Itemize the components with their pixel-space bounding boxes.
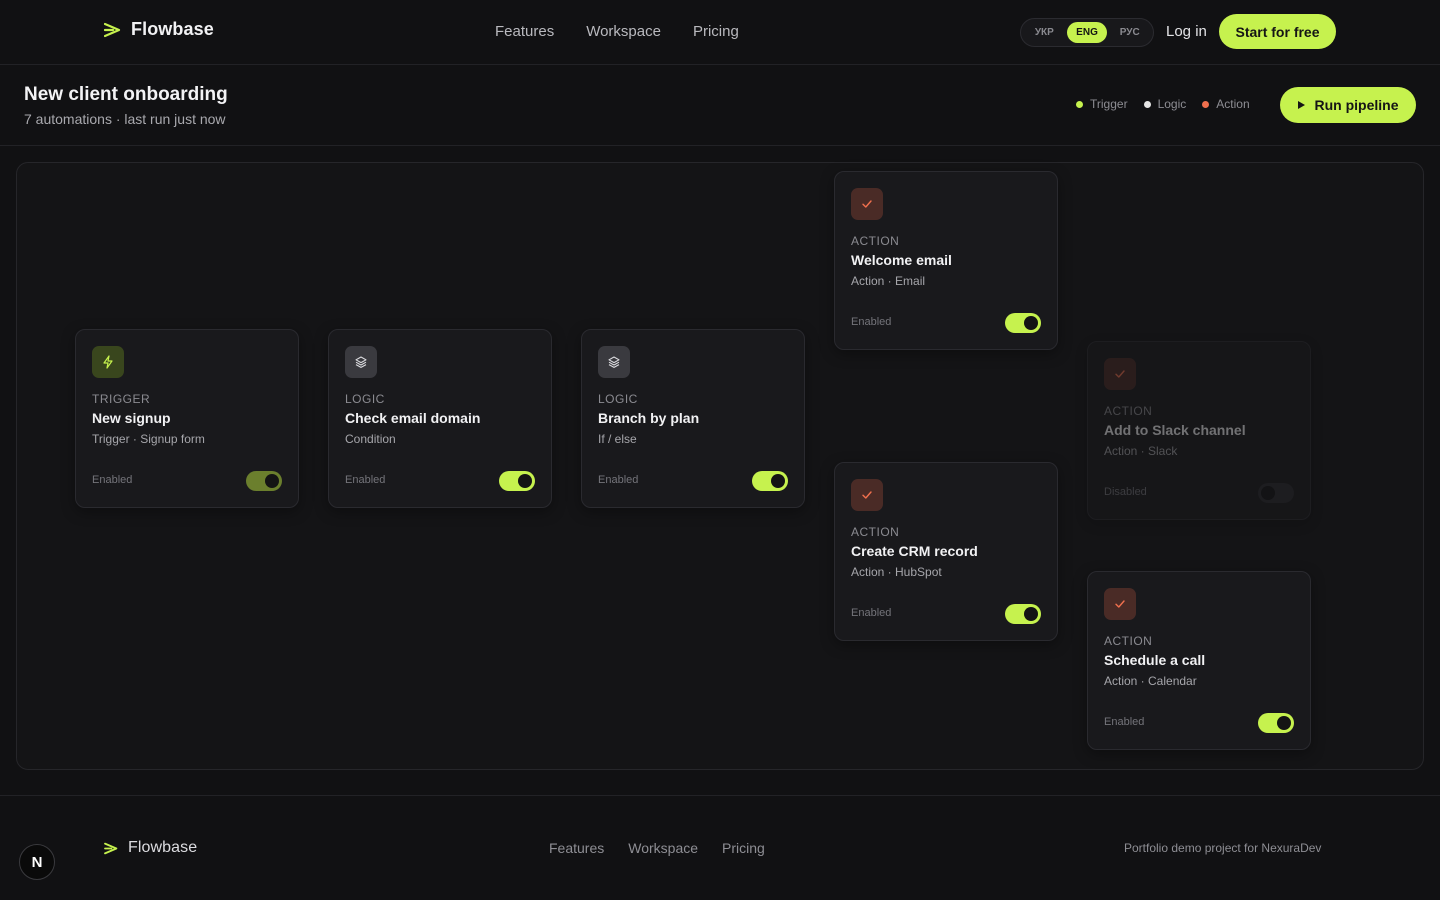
node-title: New signup xyxy=(92,410,171,426)
check-icon xyxy=(851,479,883,511)
login-link[interactable]: Log in xyxy=(1166,23,1207,40)
node-add-to-slack-channel[interactable]: ACTION Add to Slack channel Action · Sla… xyxy=(1087,341,1311,520)
node-type: ACTION xyxy=(851,234,900,248)
node-status: Enabled xyxy=(1104,716,1145,728)
node-enable-toggle[interactable] xyxy=(1005,313,1041,333)
logic-dot-icon xyxy=(1143,100,1151,108)
node-create-crm-record[interactable]: ACTION Create CRM record Action · HubSpo… xyxy=(834,462,1058,641)
node-title: Welcome email xyxy=(851,252,952,268)
node-enable-toggle[interactable] xyxy=(499,471,535,491)
footer-brand[interactable]: Flowbase xyxy=(104,839,197,857)
node-type: LOGIC xyxy=(598,392,638,406)
node-type: TRIGGER xyxy=(92,392,151,406)
bolt-icon xyxy=(92,346,124,378)
node-enable-toggle[interactable] xyxy=(1258,713,1294,733)
footer-nav: Features Workspace Pricing xyxy=(549,840,765,856)
node-type: ACTION xyxy=(1104,634,1153,648)
pipeline-canvas[interactable]: TRIGGER New signup Trigger · Signup form… xyxy=(16,162,1424,770)
node-status: Enabled xyxy=(92,474,133,486)
footer: Flowbase Features Workspace Pricing Port… xyxy=(0,795,1440,900)
brand-logo[interactable]: Flowbase xyxy=(104,19,214,40)
check-icon xyxy=(851,188,883,220)
node-title: Check email domain xyxy=(345,410,481,426)
footer-brand-name: Flowbase xyxy=(128,839,198,856)
node-subtitle: Action · Email xyxy=(851,274,926,288)
language-switcher: УКР ENG РУС xyxy=(1020,18,1154,47)
node-enable-toggle[interactable] xyxy=(752,471,788,491)
check-icon xyxy=(1104,358,1136,390)
node-title: Create CRM record xyxy=(851,543,978,559)
lang-option-ukr[interactable]: УКР xyxy=(1024,22,1065,43)
nextjs-badge[interactable]: N xyxy=(19,844,55,880)
page-title: New client onboarding xyxy=(24,84,228,105)
footer-link-workspace[interactable]: Workspace xyxy=(628,840,698,856)
check-icon xyxy=(1104,588,1136,620)
node-subtitle: Action · Calendar xyxy=(1104,674,1197,688)
start-free-button[interactable]: Start for free xyxy=(1219,14,1336,49)
toggle-knob xyxy=(1277,716,1291,730)
node-subtitle: If / else xyxy=(598,432,637,446)
node-status: Enabled xyxy=(851,316,892,328)
legend-item-logic: Logic xyxy=(1143,97,1187,111)
node-schedule-a-call[interactable]: ACTION Schedule a call Action · Calendar… xyxy=(1087,571,1311,750)
toggle-knob xyxy=(265,474,279,488)
node-title: Branch by plan xyxy=(598,410,700,426)
flowbase-logo-icon xyxy=(104,22,121,37)
node-status: Enabled xyxy=(345,474,386,486)
toggle-knob xyxy=(518,474,532,488)
trigger-dot-icon xyxy=(1076,100,1083,108)
action-dot-icon xyxy=(1202,100,1210,108)
toggle-knob xyxy=(1024,316,1038,330)
legend-label: Action xyxy=(1216,97,1250,111)
node-enable-toggle[interactable] xyxy=(246,471,282,491)
nav-link-workspace[interactable]: Workspace xyxy=(586,23,661,40)
flowbase-logo-icon xyxy=(104,842,118,854)
legend-label: Trigger xyxy=(1090,97,1128,111)
node-type: LOGIC xyxy=(345,392,385,406)
node-check-email-domain[interactable]: LOGIC Check email domain Condition Enabl… xyxy=(328,329,552,508)
layers-icon xyxy=(598,346,630,378)
legend-label: Logic xyxy=(1157,97,1187,111)
toggle-knob xyxy=(1261,486,1275,500)
node-type: ACTION xyxy=(851,525,900,539)
footer-note: Portfolio demo project for NexuraDev xyxy=(1124,841,1322,855)
node-title: Schedule a call xyxy=(1104,652,1206,668)
node-title: Add to Slack channel xyxy=(1104,422,1246,438)
lang-option-eng[interactable]: ENG xyxy=(1066,22,1108,43)
run-pipeline-button[interactable]: Run pipeline xyxy=(1280,87,1416,123)
node-enable-toggle[interactable] xyxy=(1005,604,1041,624)
nav-link-pricing[interactable]: Pricing xyxy=(693,23,739,40)
toggle-knob xyxy=(771,474,785,488)
run-pipeline-label: Run pipeline xyxy=(1314,97,1399,113)
lang-option-rus[interactable]: РУС xyxy=(1109,22,1150,43)
node-branch-by-plan[interactable]: LOGIC Branch by plan If / else Enabled xyxy=(581,329,805,508)
node-legend: Trigger Logic Action xyxy=(1076,97,1250,111)
node-status: Enabled xyxy=(598,474,639,486)
footer-link-features[interactable]: Features xyxy=(549,840,604,856)
legend-item-trigger: Trigger xyxy=(1076,97,1128,111)
top-navbar: Flowbase Features Workspace Pricing УКР … xyxy=(0,0,1440,65)
page-subtitle: 7 automations · last run just now xyxy=(24,111,226,127)
node-new-signup[interactable]: TRIGGER New signup Trigger · Signup form… xyxy=(75,329,299,508)
main-nav: Features Workspace Pricing xyxy=(495,23,739,40)
toggle-knob xyxy=(1024,607,1038,621)
play-icon xyxy=(1297,101,1305,109)
node-subtitle: Condition xyxy=(345,432,396,446)
node-subtitle: Action · HubSpot xyxy=(851,565,942,579)
node-subtitle: Action · Slack xyxy=(1104,444,1178,458)
node-enable-toggle[interactable] xyxy=(1258,483,1294,503)
layers-icon xyxy=(345,346,377,378)
footer-link-pricing[interactable]: Pricing xyxy=(722,840,765,856)
node-welcome-email[interactable]: ACTION Welcome email Action · Email Enab… xyxy=(834,171,1058,350)
brand-name: Flowbase xyxy=(131,19,214,39)
node-subtitle: Trigger · Signup form xyxy=(92,432,205,446)
node-status: Disabled xyxy=(1104,486,1147,498)
node-type: ACTION xyxy=(1104,404,1153,418)
pipeline-header: New client onboarding 7 automations · la… xyxy=(0,65,1440,146)
nav-link-features[interactable]: Features xyxy=(495,23,554,40)
node-status: Enabled xyxy=(851,607,892,619)
legend-item-action: Action xyxy=(1202,97,1250,111)
